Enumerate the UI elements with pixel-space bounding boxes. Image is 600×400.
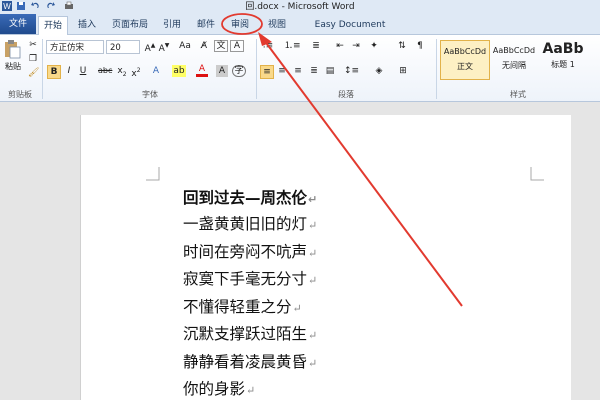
document-line[interactable]: 回到过去—周杰伦↵ <box>183 186 317 208</box>
ribbon-tab-bar: 开始 插入 页面布局 引用 邮件 审阅 视图 Easy Document Cre… <box>0 14 600 48</box>
document-line[interactable]: 你的身影↵ <box>183 377 255 399</box>
style-sample: AaBb <box>542 41 584 57</box>
multilevel-list-icon[interactable]: ≣ <box>308 40 324 52</box>
align-right-button[interactable]: ≡ <box>292 65 304 77</box>
tab-references[interactable]: 引用 <box>158 16 186 34</box>
align-center-button[interactable]: ≡ <box>276 65 288 77</box>
bold-button[interactable]: B <box>47 65 61 79</box>
line-text: 沉默支撑跃过陌生 <box>183 325 308 343</box>
font-color-icon[interactable]: A <box>196 65 208 77</box>
style-sample: AaBbCcDd <box>492 46 536 55</box>
sort-icon[interactable]: ⇅ <box>396 40 408 52</box>
tab-insert[interactable]: 插入 <box>72 16 102 34</box>
cut-icon[interactable]: ✂ <box>28 39 38 51</box>
show-marks-icon[interactable]: ¶ <box>414 40 426 52</box>
document-line[interactable]: 寂寞下手毫无分寸↵ <box>183 267 317 289</box>
title-bar: W 回.docx - Microsoft Word <box>0 0 600 14</box>
character-border-icon[interactable]: A <box>230 40 244 52</box>
divider <box>436 39 437 99</box>
tab-layout[interactable]: 页面布局 <box>107 16 153 34</box>
margin-corner-mark <box>146 167 160 181</box>
grow-font-icon[interactable]: A▲ <box>144 40 156 55</box>
style-normal[interactable]: AaBbCcDd 正文 <box>440 40 490 80</box>
tab-mailings[interactable]: 邮件 <box>192 16 220 34</box>
style-name: 标题 1 <box>551 60 575 69</box>
italic-button[interactable]: I <box>64 65 74 77</box>
clear-formatting-icon[interactable]: A̸ <box>198 40 210 52</box>
ribbon: 粘贴 ✂ ❐ 🖌 剪贴板 方正仿宋 20 A▲ A▼ Aa A̸ 文 A B I… <box>0 35 600 102</box>
document-line[interactable]: 一盏黄黄旧旧的灯↵ <box>183 212 317 234</box>
shading-icon[interactable]: ◈ <box>372 65 386 77</box>
style-name: 正文 <box>457 62 473 71</box>
paragraph-mark: ↵ <box>308 329 318 342</box>
paragraph-mark: ↵ <box>308 219 318 232</box>
divider <box>42 39 43 99</box>
superscript-button[interactable]: x2 <box>130 65 142 80</box>
line-text: 时间在旁闷不吭声 <box>183 243 308 261</box>
font-group-label: 字体 <box>142 90 158 99</box>
font-size-dropdown[interactable]: 20 <box>106 40 140 54</box>
text-effects-icon[interactable]: A <box>150 65 162 77</box>
shrink-font-icon[interactable]: A▼ <box>158 40 170 55</box>
window-title: 回.docx - Microsoft Word <box>245 2 355 12</box>
paragraph-mark: ↵ <box>308 193 318 206</box>
character-shading-icon[interactable]: A <box>216 65 228 77</box>
margin-corner-mark <box>530 167 544 181</box>
numbering-icon[interactable]: ⒈≡ <box>284 40 301 52</box>
document-line[interactable]: 沉默支撑跃过陌生↵ <box>183 322 317 344</box>
line-text: 你的身影 <box>183 380 246 398</box>
style-heading-1[interactable]: AaBb 标题 1 <box>540 40 586 78</box>
tab-home[interactable]: 开始 <box>38 16 68 35</box>
bullets-icon[interactable]: ⁝≡ <box>260 40 276 52</box>
tab-file[interactable]: 文件 <box>0 14 36 34</box>
style-sample: AaBbCcDd <box>443 47 487 56</box>
decrease-indent-icon[interactable]: ⇤ <box>334 40 346 52</box>
divider <box>256 39 257 99</box>
line-text: 静静看着凌晨黄昏 <box>183 353 308 371</box>
line-text: 一盏黄黄旧旧的灯 <box>183 215 308 233</box>
tab-view[interactable]: 视图 <box>263 16 291 34</box>
styles-group-label: 样式 <box>510 90 526 99</box>
line-text: 回到过去—周杰伦 <box>183 189 308 207</box>
document-page[interactable] <box>80 115 571 400</box>
distributed-button[interactable]: ▤ <box>324 65 336 77</box>
paragraph-mark: ↵ <box>292 302 302 315</box>
paragraph-mark: ↵ <box>246 384 256 397</box>
line-spacing-icon[interactable]: ↕≡ <box>344 65 359 77</box>
phonetic-guide-icon[interactable]: 文 <box>214 40 228 52</box>
underline-button[interactable]: U <box>78 65 88 77</box>
justify-button[interactable]: ≣ <box>308 65 320 77</box>
paste-button[interactable]: 粘贴 <box>2 61 24 73</box>
style-name: 无间隔 <box>502 61 526 70</box>
line-text: 不懂得轻重之分 <box>183 298 292 316</box>
asian-layout-icon[interactable]: ✦ <box>368 40 380 52</box>
tab-review[interactable]: 审阅 <box>226 16 254 34</box>
style-no-spacing[interactable]: AaBbCcDd 无间隔 <box>490 40 538 78</box>
document-line[interactable]: 静静看着凌晨黄昏↵ <box>183 350 317 372</box>
subscript-button[interactable]: x2 <box>116 65 128 81</box>
strikethrough-button[interactable]: abc <box>98 65 112 77</box>
align-left-button[interactable]: ≡ <box>260 65 274 79</box>
highlight-color-icon[interactable]: ab <box>172 65 186 77</box>
document-line[interactable]: 不懂得轻重之分↵ <box>183 295 302 317</box>
increase-indent-icon[interactable]: ⇥ <box>350 40 362 52</box>
format-painter-icon[interactable]: 🖌 <box>28 67 39 79</box>
font-name-dropdown[interactable]: 方正仿宋 <box>46 40 104 54</box>
borders-icon[interactable]: ⊞ <box>396 65 410 77</box>
paragraph-group-label: 段落 <box>338 90 354 99</box>
change-case-icon[interactable]: Aa <box>178 40 192 52</box>
tab-easy-document-creator[interactable]: Easy Document Creator <box>298 16 402 48</box>
clipboard-group-label: 剪贴板 <box>8 90 32 99</box>
paragraph-mark: ↵ <box>308 274 318 287</box>
enclose-characters-icon[interactable]: 字 <box>232 65 246 77</box>
paste-icon[interactable] <box>3 39 21 59</box>
copy-icon[interactable]: ❐ <box>28 53 38 65</box>
paragraph-mark: ↵ <box>308 357 318 370</box>
paragraph-mark: ↵ <box>308 247 318 260</box>
document-line[interactable]: 时间在旁闷不吭声↵ <box>183 240 317 262</box>
line-text: 寂寞下手毫无分寸 <box>183 270 308 288</box>
